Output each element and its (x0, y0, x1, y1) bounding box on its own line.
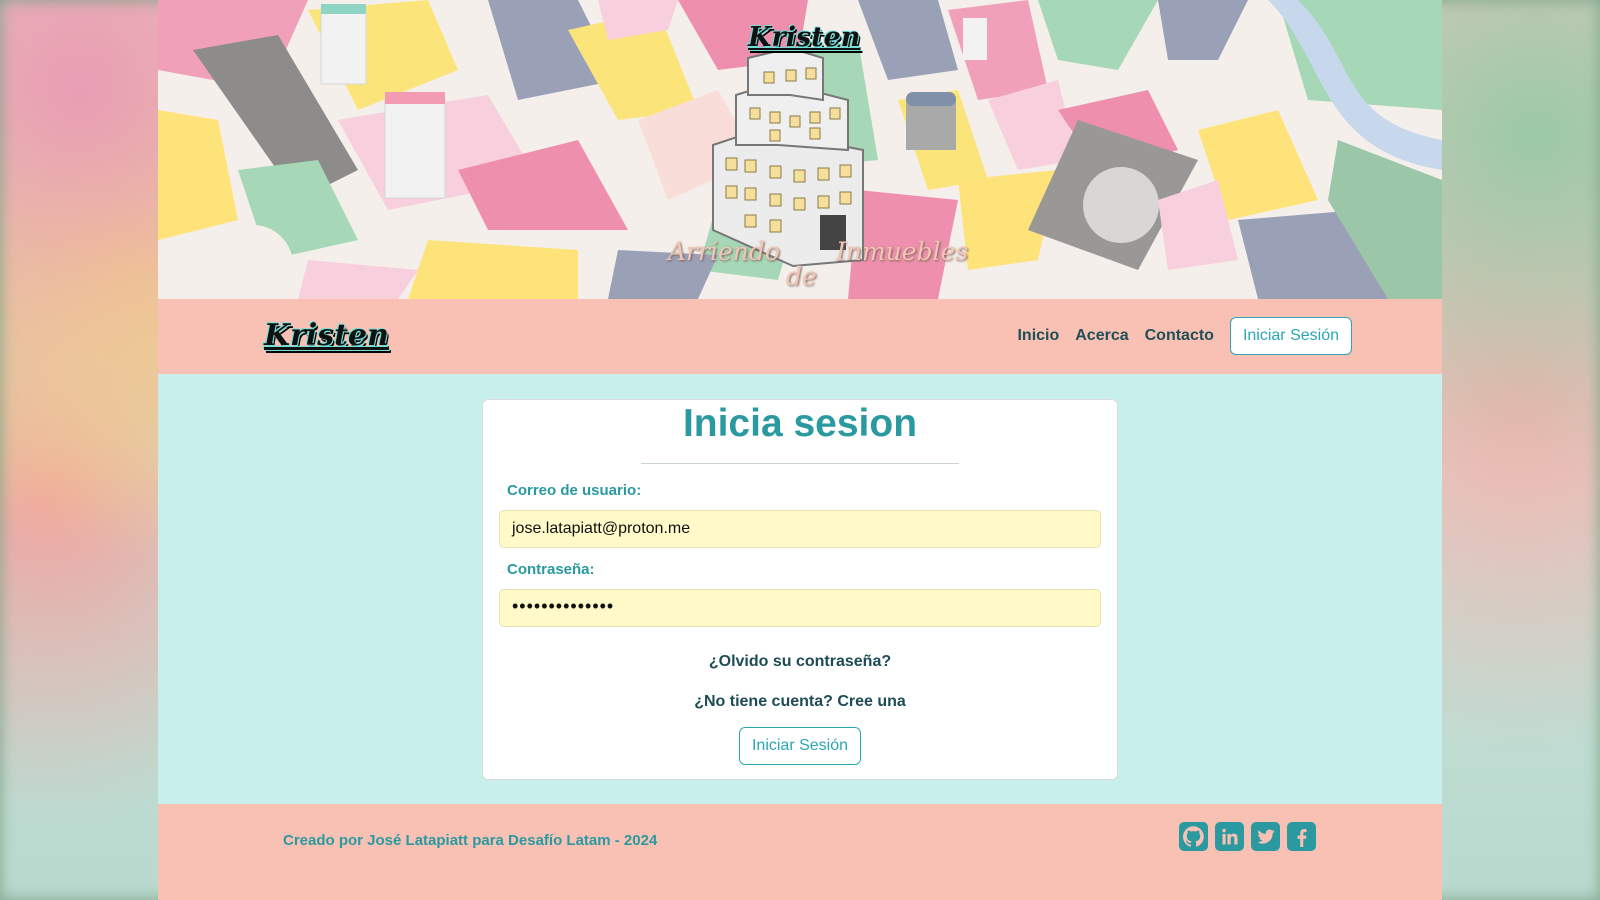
hero-tagline-word-1: Arriendo (668, 237, 780, 266)
page: Kristen Arriendo de Inmuebles Kristen In… (158, 0, 1442, 900)
forgot-password-link[interactable]: ¿Olvido su contraseña? (483, 653, 1117, 671)
email-field[interactable]: jose.latapiatt@proton.me (499, 510, 1101, 548)
login-submit-button[interactable]: Iniciar Sesión (738, 727, 862, 765)
nav-links: Inicio Acerca Contacto Iniciar Sesión (1017, 317, 1352, 355)
footer: Creado por José Latapiatt para Desafío L… (158, 804, 1442, 900)
hero-tagline-word-2: de (786, 262, 817, 291)
nav-link-contacto[interactable]: Contacto (1145, 327, 1214, 345)
footer-credit: Creado por José Latapiatt para Desafío L… (283, 832, 658, 849)
password-label: Contraseña: (507, 561, 595, 578)
github-icon[interactable] (1179, 822, 1208, 851)
signup-link[interactable]: ¿No tiene cuenta? Cree una (483, 693, 1117, 711)
hero-brand-logo: Kristen (748, 22, 861, 53)
nav-login-button[interactable]: Iniciar Sesión (1229, 317, 1352, 355)
login-card: Inicia sesion Correo de usuario: jose.la… (482, 399, 1118, 780)
linkedin-icon[interactable] (1215, 822, 1244, 851)
login-title: Inicia sesion (682, 402, 918, 445)
navbar: Kristen Inicio Acerca Contacto Iniciar S… (158, 299, 1442, 374)
navbar-brand-logo[interactable]: Kristen (264, 318, 389, 353)
hero-banner: Kristen Arriendo de Inmuebles (158, 0, 1442, 299)
password-field[interactable]: •••••••••••••• (499, 589, 1101, 627)
twitter-icon[interactable] (1251, 822, 1280, 851)
email-label: Correo de usuario: (507, 482, 642, 499)
hero-tagline-word-3: Inmuebles (836, 237, 969, 266)
social-icons (1179, 822, 1316, 851)
facebook-icon[interactable] (1287, 822, 1316, 851)
nav-link-inicio[interactable]: Inicio (1017, 327, 1059, 345)
title-divider (641, 463, 959, 464)
nav-link-acerca[interactable]: Acerca (1075, 327, 1128, 345)
